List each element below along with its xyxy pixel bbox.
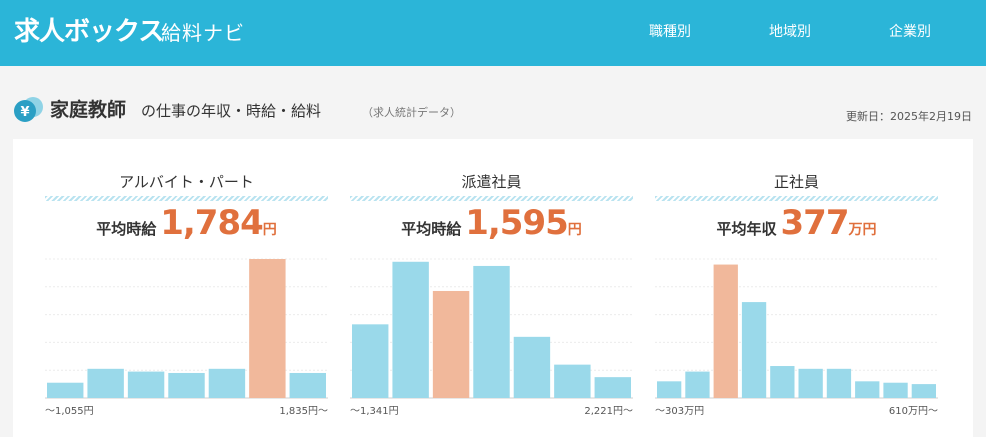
histogram-bar xyxy=(352,324,389,398)
histogram-bar xyxy=(87,368,124,398)
average-label: 平均年収 xyxy=(716,220,777,238)
histogram-bar xyxy=(826,368,852,398)
average-value: 377 xyxy=(780,203,850,243)
histogram-bar xyxy=(741,302,767,398)
histogram-bar xyxy=(657,381,682,398)
histogram-bar-highlight xyxy=(713,264,738,398)
panel-full-time: 正社員 平均年収 377万円 〜303万円 610万円〜 xyxy=(655,139,938,437)
panel-dispatch: 派遣社員 平均時給 1,595円 〜1,341円 2,221円〜 xyxy=(350,139,633,437)
range-max: 610万円〜 xyxy=(888,406,938,417)
average-unit: 円 xyxy=(262,222,277,238)
range-max: 1,835円〜 xyxy=(279,406,328,417)
histogram-chart xyxy=(655,258,938,399)
histogram-bar xyxy=(208,368,246,398)
histogram-bar xyxy=(127,371,165,398)
range-min: 〜1,341円 xyxy=(350,406,399,417)
stripe-divider xyxy=(45,196,328,201)
average-pay: 平均年収 377万円 xyxy=(655,203,938,243)
histogram-bar xyxy=(554,364,591,398)
stripe-divider xyxy=(350,196,633,201)
page-title-note: （求人統計データ） xyxy=(362,106,461,119)
panel-title: 派遣社員 xyxy=(461,173,522,191)
panel-part-time: アルバイト・パート 平均時給 1,784円 〜1,055円 1,835円〜 xyxy=(45,139,328,437)
site-logo-sub[interactable]: 給料ナビ xyxy=(161,17,245,49)
nav-by-company[interactable]: 企業別 xyxy=(889,20,931,44)
site-header: 求人ボックス 給料ナビ 職種別 地域別 企業別 xyxy=(0,0,986,66)
average-value: 1,784 xyxy=(160,203,264,243)
average-value: 1,595 xyxy=(465,203,569,243)
site-logo[interactable]: 求人ボックス xyxy=(14,15,164,49)
histogram-bar xyxy=(392,261,429,398)
range-max: 2,221円〜 xyxy=(584,406,633,417)
salary-card: アルバイト・パート 平均時給 1,784円 〜1,055円 1,835円〜 派遣社… xyxy=(13,139,973,437)
panel-title: アルバイト・パート xyxy=(119,173,254,191)
histogram-bar xyxy=(770,366,795,398)
histogram-bar-highlight xyxy=(432,290,470,398)
nav-by-region[interactable]: 地域別 xyxy=(769,20,811,44)
updated-date: 更新日：2025年2月19日 xyxy=(846,110,972,123)
average-label: 平均時給 xyxy=(401,220,462,238)
average-unit: 円 xyxy=(567,222,582,238)
histogram-bar-highlight xyxy=(249,259,286,398)
average-pay: 平均時給 1,784円 xyxy=(45,203,328,243)
average-pay: 平均時給 1,595円 xyxy=(350,203,633,243)
histogram-bar xyxy=(594,377,631,398)
histogram-bar xyxy=(855,381,880,398)
histogram-bar xyxy=(473,265,510,398)
range-min: 〜1,055円 xyxy=(45,406,94,417)
histogram-bar xyxy=(289,372,326,398)
range-min: 〜303万円 xyxy=(655,406,705,417)
page-title-rest: の仕事の年収・時給・給料 xyxy=(141,102,322,120)
histogram-bar xyxy=(911,384,936,398)
histogram-bar xyxy=(798,368,823,398)
histogram-bar xyxy=(168,372,205,398)
average-unit: 万円 xyxy=(848,222,877,238)
histogram-bar xyxy=(513,336,551,398)
histogram-bar xyxy=(685,371,710,398)
yen-coin-icon: ¥ xyxy=(14,97,43,122)
page-title: 家庭教師 xyxy=(50,99,127,121)
panel-title: 正社員 xyxy=(773,173,819,191)
stripe-divider xyxy=(655,196,938,201)
histogram-bar xyxy=(47,382,84,398)
nav-by-occupation[interactable]: 職種別 xyxy=(649,20,691,44)
histogram-bar xyxy=(883,382,908,398)
histogram-chart xyxy=(45,258,328,399)
svg-text:¥: ¥ xyxy=(20,105,29,120)
average-label: 平均時給 xyxy=(96,220,157,238)
histogram-chart xyxy=(350,258,633,399)
